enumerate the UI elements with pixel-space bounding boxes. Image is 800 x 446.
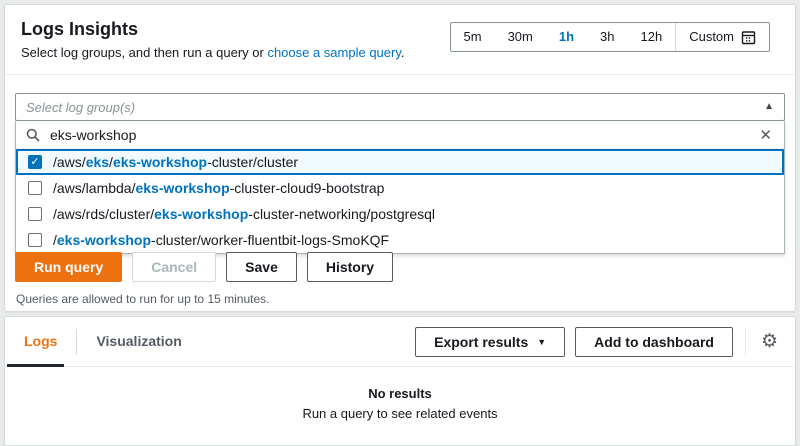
time-range-label: Custom: [689, 23, 734, 51]
add-to-dashboard-button[interactable]: Add to dashboard: [575, 327, 733, 357]
subtitle-text: Select log groups, and then run a query …: [21, 45, 267, 60]
export-results-label: Export results: [434, 334, 528, 350]
time-range-label: 3h: [600, 23, 614, 51]
history-button[interactable]: History: [307, 252, 393, 282]
log-group-select[interactable]: Select log group(s) ▲: [15, 93, 785, 121]
chevron-down-icon: ▼: [537, 337, 546, 347]
search-icon: [26, 128, 40, 142]
results-panel: Logs Visualization Export results ▼ Add …: [4, 316, 796, 446]
export-results-button[interactable]: Export results ▼: [415, 327, 565, 357]
time-range-option-30m[interactable]: 30m: [495, 23, 546, 51]
time-range-option-1h[interactable]: 1h: [546, 23, 587, 51]
log-group-options: ✓ /aws/eks/eks-workshop-cluster/cluster/a…: [16, 149, 784, 253]
save-button[interactable]: Save: [226, 252, 297, 282]
chevron-up-icon[interactable]: ▲: [764, 102, 774, 112]
time-range-label: 1h: [559, 23, 574, 51]
log-group-label: /aws/rds/cluster/eks-workshop-cluster-ne…: [53, 206, 435, 222]
time-range-label: 30m: [508, 23, 533, 51]
log-group-placeholder: Select log group(s): [26, 100, 764, 115]
subtitle-period: .: [401, 45, 405, 60]
log-group-option[interactable]: /aws/rds/cluster/eks-workshop-cluster-ne…: [16, 201, 784, 227]
results-actions: Export results ▼ Add to dashboard ⚙: [415, 327, 783, 357]
time-range-label: 12h: [641, 23, 663, 51]
checkbox-checked[interactable]: ✓: [28, 155, 42, 169]
checkbox-unchecked[interactable]: [28, 181, 42, 195]
log-group-search-row: ✕: [16, 121, 784, 149]
settings-divider: [745, 327, 746, 356]
checkbox-unchecked[interactable]: [28, 207, 42, 221]
empty-state-title: No results: [5, 386, 795, 401]
header-divider: [5, 74, 795, 75]
empty-state: No results Run a query to see related ev…: [5, 386, 795, 421]
log-group-option[interactable]: ✓ /aws/eks/eks-workshop-cluster/cluster: [16, 149, 784, 175]
time-range-option-custom[interactable]: Custom: [675, 23, 769, 51]
settings-gear-icon[interactable]: ⚙: [756, 332, 783, 351]
cancel-button[interactable]: Cancel: [132, 252, 216, 282]
query-panel: Logs Insights Select log groups, and the…: [4, 4, 796, 312]
tab-visualization[interactable]: Visualization: [77, 317, 200, 366]
calendar-icon: [741, 30, 756, 45]
log-group-label: /aws/lambda/eks-workshop-cluster-cloud9-…: [53, 180, 384, 196]
query-limit-note: Queries are allowed to run for up to 15 …: [16, 292, 269, 306]
log-group-option[interactable]: /aws/lambda/eks-workshop-cluster-cloud9-…: [16, 175, 784, 201]
sample-query-link[interactable]: choose a sample query: [267, 45, 400, 60]
results-tabbar: Logs Visualization Export results ▼ Add …: [5, 317, 795, 367]
query-actions: Run query Cancel Save History: [15, 252, 393, 282]
log-group-label: /aws/eks/eks-workshop-cluster/cluster: [53, 154, 298, 170]
time-range-label: 5m: [464, 23, 482, 51]
time-range-selector: 5m 30m 1h 3h 12h Custom: [450, 22, 771, 52]
clear-search-icon[interactable]: ✕: [757, 126, 774, 144]
time-range-option-12h[interactable]: 12h: [628, 23, 676, 51]
run-query-button[interactable]: Run query: [15, 252, 122, 282]
log-group-option[interactable]: /eks-workshop-cluster/worker-fluentbit-l…: [16, 227, 784, 253]
empty-state-message: Run a query to see related events: [5, 406, 795, 421]
log-group-search-input[interactable]: [48, 126, 757, 144]
tab-logs[interactable]: Logs: [5, 317, 76, 366]
log-group-label: /eks-workshop-cluster/worker-fluentbit-l…: [53, 232, 389, 248]
log-group-dropdown: ✕ ✓ /aws/eks/eks-workshop-cluster/cluster…: [15, 121, 785, 254]
time-range-option-5m[interactable]: 5m: [451, 23, 495, 51]
time-range-option-3h[interactable]: 3h: [587, 23, 627, 51]
checkbox-unchecked[interactable]: [28, 233, 42, 247]
